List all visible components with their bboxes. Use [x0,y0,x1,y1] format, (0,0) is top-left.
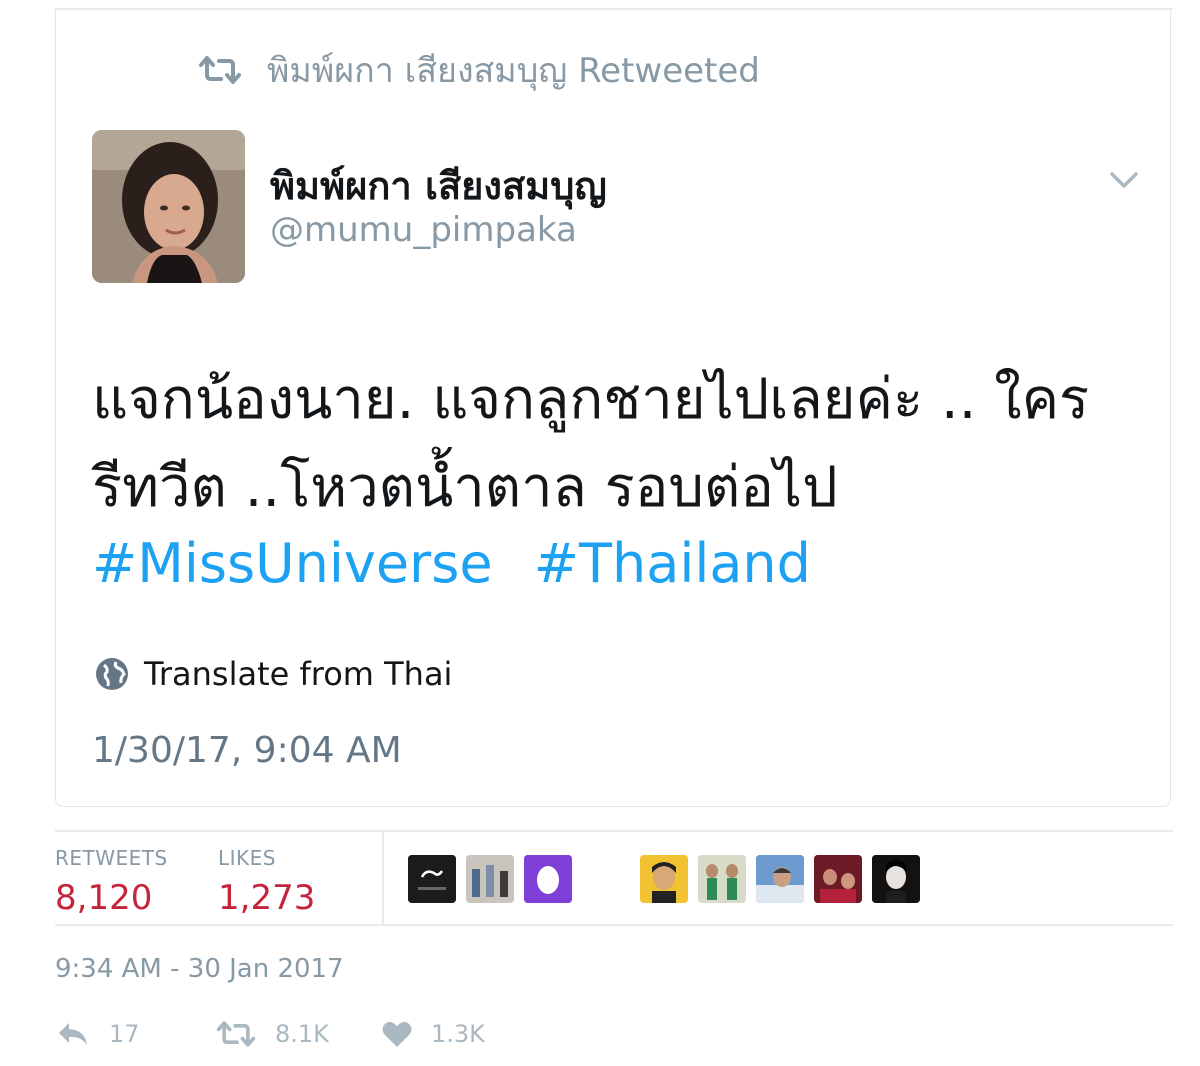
tweet-timestamp[interactable]: 1/30/17, 9:04 AM [92,730,402,771]
likes-count: 1,273 [218,878,316,918]
like-button[interactable]: 1.3K [381,1014,485,1054]
author-handle[interactable]: @mumu_pimpaka [270,210,577,250]
likes-stat[interactable]: LIKES 1,273 [218,846,315,918]
retweet-context: พิมพ์ผกา เสียงสมบุญ Retweeted [197,48,760,92]
liker-avatar[interactable] [524,855,572,903]
heart-icon [382,1021,412,1047]
retweet-timestamp[interactable]: 9:34 AM - 30 Jan 2017 [55,954,344,984]
author-display-name[interactable]: พิมพ์ผกา เสียงสมบุญ [270,155,607,216]
author-avatar[interactable] [92,130,245,283]
retweets-stat[interactable]: RETWEETS 8,120 [55,846,168,918]
tweet-text-line: แจกน้องนาย. แจกลูกชายไปเลยค่ะ .. ใคร [92,367,1090,432]
tweet-text: แจกน้องนาย. แจกลูกชายไปเลยค่ะ .. ใคร รีท… [92,356,1152,532]
globe-icon [94,656,130,692]
reply-icon [59,1023,87,1045]
tweet-text-line: รีทวีต ..โหวตน้ำตาล รอบต่อไป [92,455,838,520]
liker-avatar[interactable] [408,855,456,903]
retweets-count: 8,120 [55,878,153,918]
hashtag-link[interactable]: #Thailand [534,532,811,595]
stats-top-divider [55,830,1173,832]
likes-label: LIKES [218,846,276,870]
chevron-down-icon[interactable] [1106,166,1142,194]
liker-avatar[interactable] [698,855,746,903]
reply-button[interactable]: 17 [55,1014,140,1054]
liker-avatar[interactable] [466,855,514,903]
stats-divider [382,832,384,924]
retweet-icon [197,55,243,85]
hashtag-link[interactable]: #MissUniverse [92,532,493,595]
liker-avatar[interactable] [640,855,688,903]
retweet-button[interactable]: 8.1K [215,1014,329,1054]
liker-avatar[interactable] [872,855,920,903]
retweet-icon [216,1021,256,1047]
reply-count: 17 [109,1020,140,1048]
stats-bottom-divider [55,924,1173,926]
liker-avatar[interactable] [814,855,862,903]
translate-label[interactable]: Translate from Thai [144,655,452,693]
retweeted-by-label[interactable]: พิมพ์ผกา เสียงสมบุญ Retweeted [267,43,760,97]
liker-avatar[interactable] [756,855,804,903]
like-count: 1.3K [431,1020,485,1048]
translate-link[interactable]: Translate from Thai [94,655,452,693]
retweet-count: 8.1K [275,1020,329,1048]
hashtags: #MissUniverse #Thailand [92,532,835,595]
retweets-label: RETWEETS [55,846,168,870]
